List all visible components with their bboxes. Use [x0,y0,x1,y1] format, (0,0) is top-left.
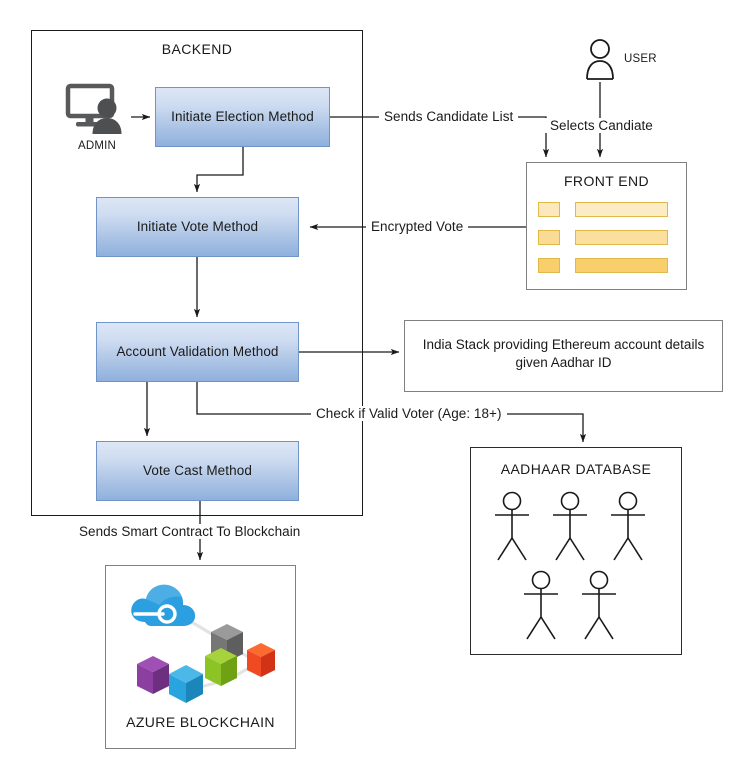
frontend-row-chip [538,258,560,273]
aadhaar-database-title: AADHAAR DATABASE [500,461,652,477]
frontend-row-list [538,202,678,282]
azure-blockchain-cloud-cubes-icon [131,584,275,703]
edge-label-selects-candidate: Selects Candiate [545,118,658,133]
stick-figures-icon [495,491,645,640]
backend-title: BACKEND [161,41,233,57]
edge-label-sends-candidate-list: Sends Candidate List [379,109,519,124]
edge-label-check-valid-voter: Check if Valid Voter (Age: 18+) [311,406,507,421]
edge-label-encrypted-vote: Encrypted Vote [366,219,469,234]
frontend-row[interactable] [538,258,668,273]
cube-green [205,648,237,686]
cube-red [247,643,275,677]
cube-blue [169,665,203,703]
process-initiate-election-method[interactable]: Initiate Election Method [155,87,330,147]
india-stack-text: India Stack providing Ethereum account d… [422,337,705,371]
admin-monitor-user-icon [65,83,122,134]
user-person-icon [586,39,614,80]
architecture-diagram: BACKEND Initiate Election Method Initiat… [0,0,746,778]
process-label: Vote Cast Method [143,462,252,478]
frontend-title: FRONT END [563,173,649,189]
process-label: Account Validation Method [116,343,279,359]
process-vote-cast-method[interactable]: Vote Cast Method [96,441,299,501]
admin-label: ADMIN [77,140,117,152]
frontend-row-bar [575,230,668,245]
azure-cloud-icon [131,584,196,626]
frontend-row-bar [575,202,668,217]
cube-purple [137,656,169,694]
frontend-row[interactable] [538,202,668,217]
process-label: Initiate Election Method [171,108,314,124]
user-label: USER [624,53,657,65]
azure-blockchain-icon-wrap [123,578,278,703]
frontend-row[interactable] [538,230,668,245]
azure-blockchain-title: AZURE BLOCKCHAIN [126,714,275,730]
process-account-validation-method[interactable]: Account Validation Method [96,322,299,382]
process-initiate-vote-method[interactable]: Initiate Vote Method [96,197,299,257]
aadhaar-people-group [490,490,665,640]
edge-label-sends-smart-contract: Sends Smart Contract To Blockchain [74,524,306,539]
frontend-row-bar [575,258,668,273]
frontend-row-chip [538,230,560,245]
process-label: Initiate Vote Method [136,218,259,234]
admin-actor [63,82,131,138]
frontend-row-chip [538,202,560,217]
user-actor [583,38,617,80]
